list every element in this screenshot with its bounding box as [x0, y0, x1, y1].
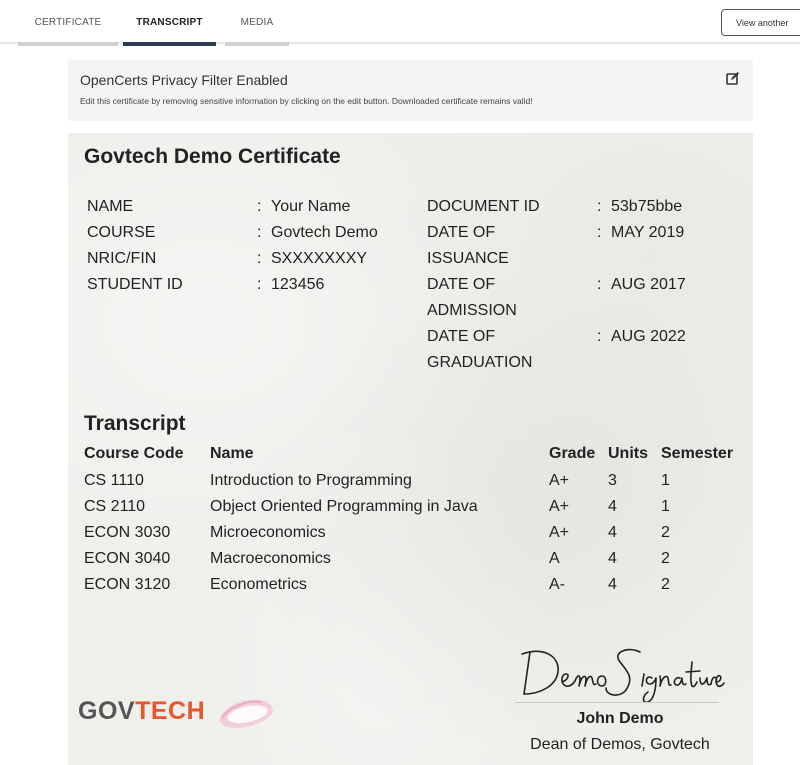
signature-image [521, 648, 725, 704]
privacy-filter-description: Edit this certificate by removing sensit… [80, 96, 533, 106]
logo-text-tech: TECH [135, 697, 206, 725]
field-course-colon: : [257, 224, 262, 241]
field-issuance-label-line2: ISSUANCE [427, 250, 509, 267]
tab-transcript[interactable]: TRANSCRIPT [123, 0, 216, 46]
field-nric-label: NRIC/FIN [87, 250, 157, 267]
field-course-value: Govtech Demo [271, 224, 378, 241]
transcript-row-0-code: CS 1110 [84, 472, 144, 489]
tab-transcript-underline [123, 42, 216, 46]
field-student-id-colon: : [257, 276, 262, 293]
transcript-row-0-name: Introduction to Programming [210, 472, 412, 489]
transcript-header-grade: Grade [549, 445, 596, 462]
transcript-row-2-code: ECON 3030 [84, 524, 171, 541]
view-another-label: View another [736, 17, 789, 28]
transcript-row-2-name: Microeconomics [210, 524, 326, 541]
transcript-row-3-semester: 2 [661, 550, 670, 567]
tab-transcript-label: TRANSCRIPT [136, 16, 203, 28]
field-nric-value: SXXXXXXXY [271, 250, 368, 267]
certificate-document: Govtech Demo Certificate NAME : Your Nam… [68, 133, 753, 765]
field-admission-label-line2: ADMISSION [427, 302, 517, 319]
field-graduation-label-line2: GRADUATION [427, 354, 533, 371]
transcript-row-0-units: 3 [608, 472, 617, 489]
transcript-row-1-name: Object Oriented Programming in Java [210, 498, 478, 515]
field-admission-value: AUG 2017 [611, 276, 686, 293]
transcript-row-4-semester: 2 [661, 576, 670, 593]
transcript-row-3-name: Macroeconomics [210, 550, 331, 567]
field-course-label: COURSE [87, 224, 156, 241]
edit-icon[interactable] [726, 71, 740, 85]
transcript-row-3-code: ECON 3040 [84, 550, 171, 567]
transcript-row-4-name: Econometrics [210, 576, 307, 593]
tab-certificate[interactable]: CERTIFICATE [18, 0, 118, 46]
privacy-filter-title: OpenCerts Privacy Filter Enabled [80, 72, 288, 88]
transcript-row-2-units: 4 [608, 524, 617, 541]
field-name-label: NAME [87, 198, 134, 215]
transcript-row-1-semester: 1 [661, 498, 670, 515]
field-student-id-value: 123456 [271, 276, 325, 293]
top-tab-bar: CERTIFICATE TRANSCRIPT MEDIA View anothe… [0, 0, 800, 46]
govtech-logo-mark-icon [219, 699, 273, 728]
field-name-value: Your Name [271, 198, 351, 215]
field-nric-colon: : [257, 250, 262, 267]
certificate-title: Govtech Demo Certificate [84, 145, 341, 168]
signature-line [515, 702, 719, 703]
signer-name: John Demo [576, 710, 664, 727]
transcript-header-units: Units [608, 445, 648, 462]
transcript-row-0-grade: A+ [549, 472, 570, 489]
field-name-colon: : [257, 198, 262, 215]
transcript-header-semester: Semester [661, 445, 734, 462]
tab-media-underline [225, 42, 289, 46]
transcript-title: Transcript [84, 412, 186, 435]
field-admission-label-line1: DATE OF [427, 276, 496, 293]
transcript-row-4-grade: A- [549, 576, 565, 593]
field-admission-colon: : [597, 276, 602, 293]
field-graduation-label-line1: DATE OF [427, 328, 496, 345]
govtech-logo: GOVTECH [78, 697, 205, 726]
transcript-row-1-code: CS 2110 [84, 498, 146, 515]
signer-title: Dean of Demos, Govtech [530, 736, 710, 753]
tab-media[interactable]: MEDIA [225, 0, 289, 46]
transcript-row-1-units: 4 [608, 498, 617, 515]
transcript-row-4-units: 4 [608, 576, 617, 593]
field-document-id-value: 53b75bbe [611, 198, 683, 215]
transcript-header-name: Name [210, 445, 254, 462]
tab-certificate-label: CERTIFICATE [34, 16, 102, 28]
view-another-button[interactable]: View another [721, 9, 800, 36]
transcript-row-1-grade: A+ [549, 498, 570, 515]
field-issuance-colon: : [597, 224, 602, 241]
field-graduation-value: AUG 2022 [611, 328, 686, 345]
transcript-row-0-semester: 1 [661, 472, 670, 489]
transcript-row-2-semester: 2 [661, 524, 670, 541]
privacy-filter-banner: OpenCerts Privacy Filter Enabled Edit th… [68, 60, 753, 121]
tab-certificate-underline [18, 42, 118, 46]
transcript-row-3-grade: A [549, 550, 560, 567]
field-graduation-colon: : [597, 328, 602, 345]
field-student-id-label: STUDENT ID [87, 276, 183, 293]
transcript-row-3-units: 4 [608, 550, 617, 567]
transcript-row-4-code: ECON 3120 [84, 576, 171, 593]
logo-text-gov: GOV [78, 697, 136, 725]
tab-media-label: MEDIA [240, 16, 274, 28]
field-document-id-label: DOCUMENT ID [427, 198, 540, 215]
field-issuance-value: MAY 2019 [611, 224, 685, 241]
field-issuance-label-line1: DATE OF [427, 224, 496, 241]
field-document-id-colon: : [597, 198, 602, 215]
transcript-row-2-grade: A+ [549, 524, 570, 541]
transcript-header-code: Course Code [84, 445, 184, 462]
